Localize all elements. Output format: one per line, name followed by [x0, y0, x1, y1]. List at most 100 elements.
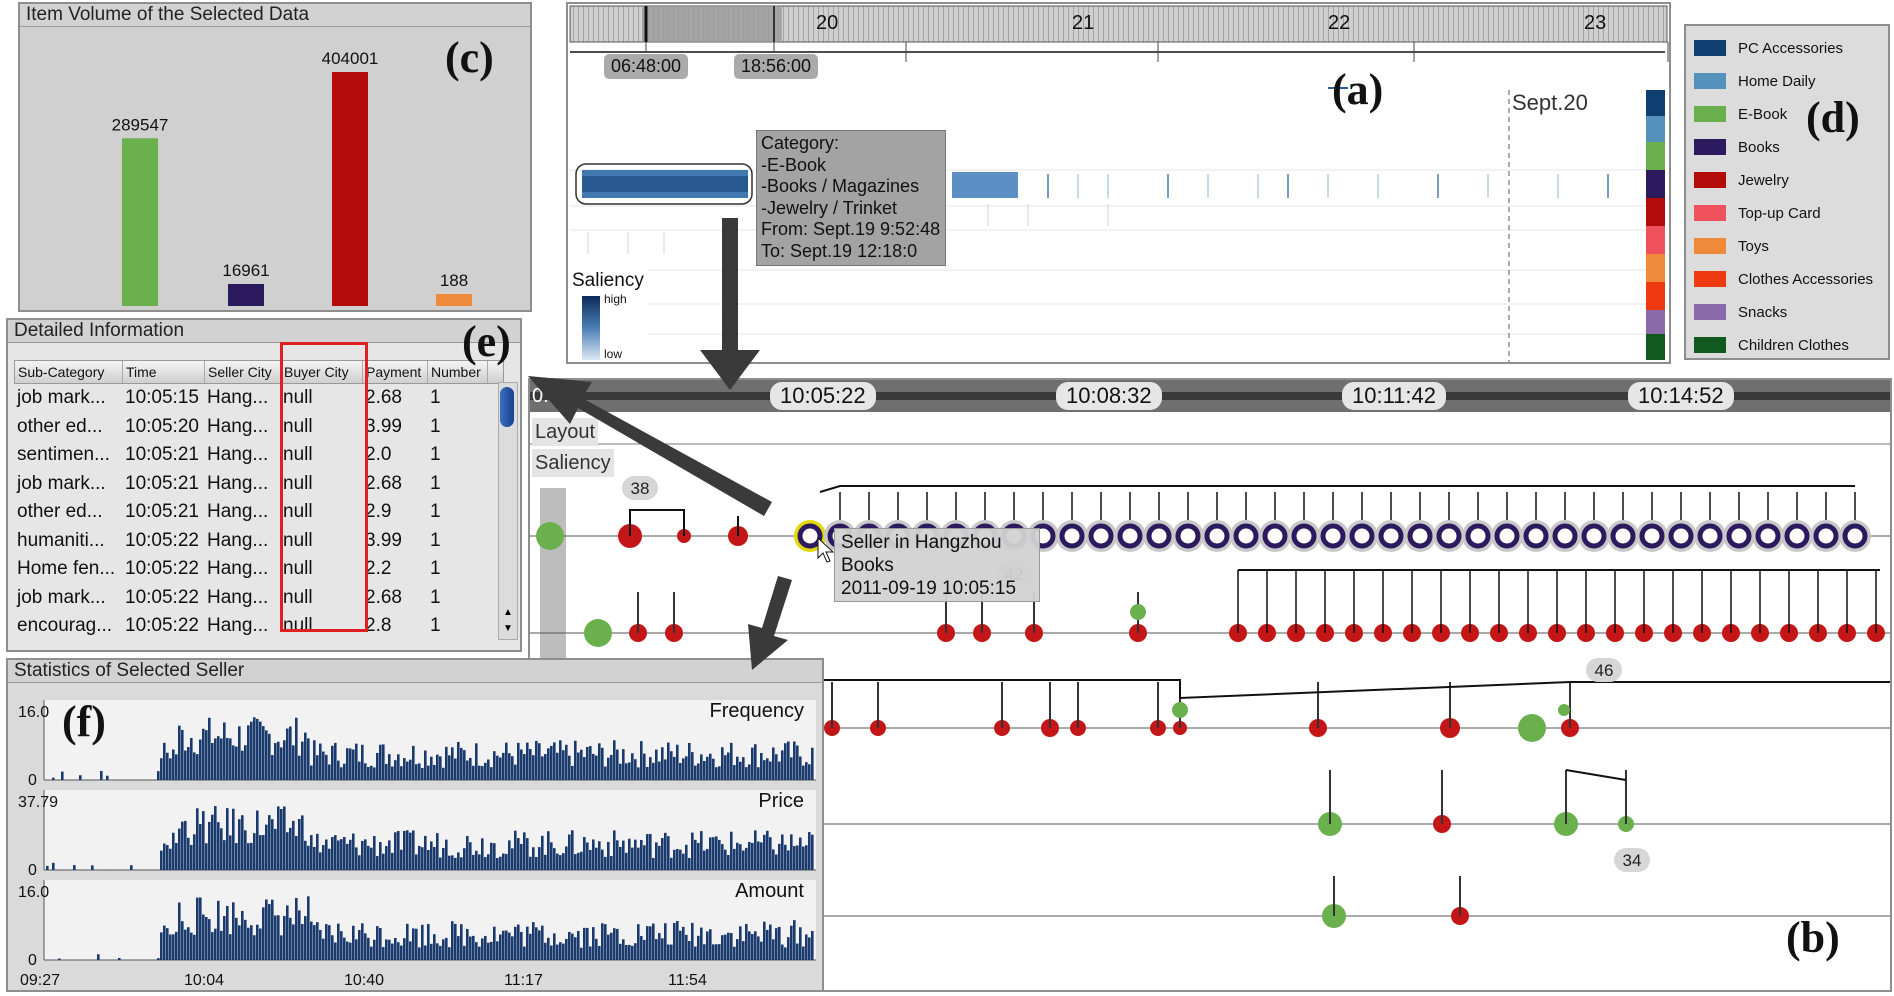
volume-bar[interactable] [122, 138, 158, 306]
category-tooltip-header: Category: [761, 133, 840, 153]
histogram-bar [523, 832, 526, 870]
range-end-handle[interactable]: 18:56:00 [734, 54, 819, 79]
histogram-bar [781, 750, 784, 780]
histogram-bar [781, 834, 784, 870]
histogram-bar [748, 931, 751, 960]
histogram-bar [400, 766, 403, 780]
time-tick: 10:05:22 [770, 382, 876, 410]
table-row[interactable]: sentimen... 10:05:21 Hang... null 2.0 1 [14, 441, 504, 470]
transaction-dot[interactable] [536, 522, 564, 550]
layout-button[interactable]: Layout [532, 418, 599, 446]
legend-swatch [1694, 304, 1726, 320]
histogram-bar [649, 757, 652, 780]
table-row[interactable]: encourag... 10:05:22 Hang... null 2.8 1 [14, 612, 504, 641]
histogram-bar [655, 749, 658, 780]
histogram-bar [163, 742, 166, 780]
table-row[interactable]: job mark... 10:05:21 Hang... null 2.68 1 [14, 470, 504, 499]
histogram-bar [436, 754, 439, 780]
histogram-bar [271, 755, 274, 780]
saliency-low-label: low [604, 347, 623, 361]
legend-item[interactable]: Snacks [1694, 298, 1787, 326]
volume-bar[interactable] [436, 294, 472, 306]
table-row[interactable]: other ed... 10:05:21 Hang... null 2.9 1 [14, 498, 504, 527]
table-scrollbar[interactable]: ▲ ▼ [498, 382, 518, 640]
column-header[interactable]: Payment [363, 361, 428, 383]
scroll-up-arrow-icon[interactable]: ▲ [503, 607, 513, 618]
range-start-handle[interactable]: 06:48:00 [604, 54, 689, 79]
histogram-bar [694, 839, 697, 870]
histogram-bar [412, 745, 415, 780]
volume-bar[interactable] [228, 284, 264, 306]
table-row[interactable]: other ed... 10:05:20 Hang... null 3.99 1 [14, 413, 504, 442]
histogram-bar [805, 934, 808, 960]
transaction-dot[interactable] [1558, 704, 1570, 716]
legend-item[interactable]: Toys [1694, 232, 1769, 260]
transaction-dot[interactable] [1172, 702, 1188, 718]
detail-table-header: Sub-Category Time Seller City Buyer City… [14, 360, 504, 384]
table-row[interactable]: job mark... 10:05:22 Hang... null 2.68 1 [14, 584, 504, 613]
table-row[interactable]: job mark... 10:05:15 Hang... null 2.68 1 [14, 384, 504, 413]
histogram-bar [427, 850, 430, 870]
histogram-bar [322, 751, 325, 780]
cell-subcategory: job mark... [17, 472, 106, 494]
table-row[interactable]: humaniti... 10:05:22 Hang... null 3.99 1 [14, 527, 504, 556]
histogram-bar [391, 943, 394, 960]
histogram-bar [661, 747, 664, 780]
histogram-bar [376, 752, 379, 780]
histogram-bar [346, 748, 349, 780]
saliency-button[interactable]: Saliency [532, 449, 614, 477]
histogram-bar [622, 840, 625, 870]
histogram-bar [514, 764, 517, 780]
table-scrollbar-thumb[interactable] [500, 387, 514, 427]
table-row[interactable]: Home fen... 10:05:22 Hang... null 2.2 1 [14, 555, 504, 584]
timeline-range-selection[interactable] [642, 6, 782, 42]
legend-swatch [1694, 172, 1726, 188]
volume-bar[interactable] [332, 72, 368, 306]
seller-stats-charts [43, 700, 816, 961]
histogram-bar [616, 928, 619, 960]
transaction-dot[interactable] [1518, 714, 1546, 742]
histogram-bar [613, 928, 616, 960]
legend-item[interactable]: Top-up Card [1694, 199, 1821, 227]
histogram-bar [658, 761, 661, 780]
histogram-bar [421, 767, 424, 780]
histogram-bar [424, 945, 427, 960]
histogram-bar [253, 935, 256, 960]
histogram-bar [313, 925, 316, 960]
scroll-down-arrow-icon[interactable]: ▼ [503, 623, 513, 634]
histogram-bar [196, 754, 199, 780]
cell-seller-city: Hang... [207, 529, 269, 551]
transaction-dot[interactable] [584, 619, 612, 647]
transaction-dot[interactable] [1130, 604, 1146, 620]
histogram-bar [478, 765, 481, 780]
histogram-bar [592, 839, 595, 870]
histogram-bar [193, 752, 196, 780]
cell-seller-city: Hang... [207, 444, 269, 465]
histogram-bar [241, 910, 244, 960]
legend-item[interactable]: Jewelry [1694, 166, 1789, 194]
legend-item[interactable]: PC Accessories [1694, 34, 1843, 62]
column-header[interactable]: Time [123, 361, 205, 383]
histogram-bar [496, 857, 499, 870]
histogram-bar [448, 755, 451, 780]
histogram-bar [289, 726, 292, 780]
histogram-bar [484, 762, 487, 780]
cell-seller-city: Hang... [207, 415, 269, 437]
histogram-bar [649, 926, 652, 960]
legend-item[interactable]: Children Clothes [1694, 331, 1849, 359]
histogram-bar [166, 928, 169, 960]
column-header[interactable]: Sub-Category [15, 361, 123, 383]
legend-item[interactable]: Clothes Accessories [1694, 265, 1873, 293]
legend-item[interactable]: E-Book [1694, 100, 1787, 128]
legend-item[interactable]: Home Daily [1694, 67, 1816, 95]
histogram-bar [658, 933, 661, 960]
histogram-bar [799, 837, 802, 870]
column-header[interactable]: Seller City [205, 361, 281, 383]
histogram-bar [523, 946, 526, 960]
legend-item[interactable]: Books [1694, 133, 1780, 161]
histogram-bar [544, 854, 547, 870]
histogram-bar [739, 844, 742, 870]
histogram-bar [730, 742, 733, 780]
histogram-bar [547, 937, 550, 960]
histogram-bar [541, 756, 544, 780]
